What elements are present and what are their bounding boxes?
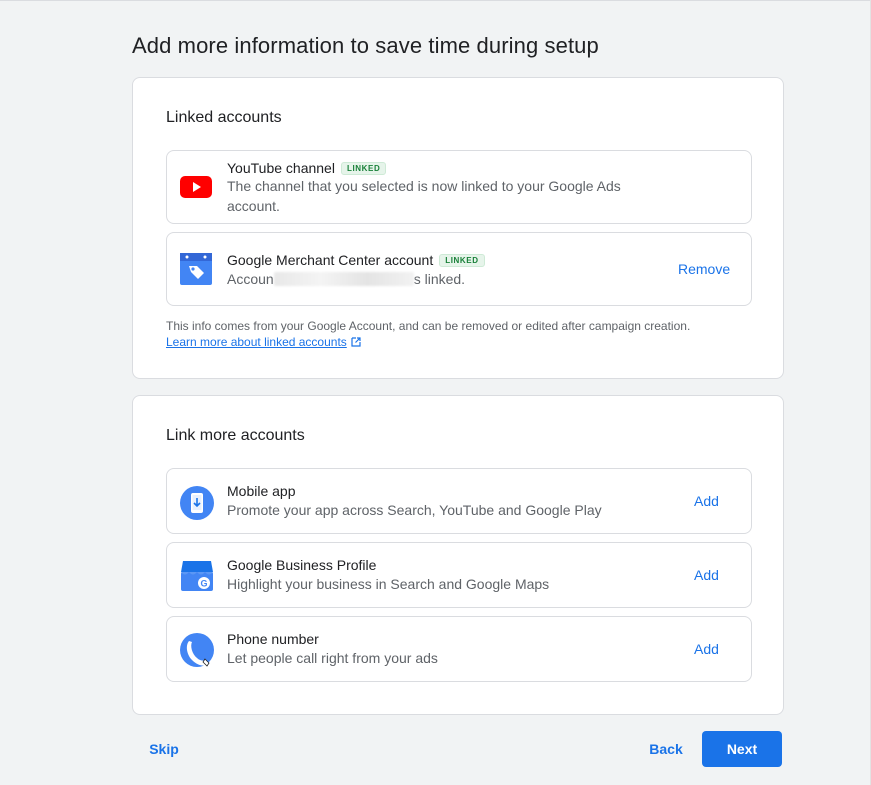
mobile-app-row: Mobile app Promote your app across Searc… — [166, 468, 752, 534]
mobile-app-icon — [180, 486, 214, 525]
youtube-channel-desc: The channel that you selected is now lin… — [227, 178, 621, 214]
merchant-center-icon — [180, 253, 212, 290]
svg-text:G: G — [200, 579, 207, 589]
business-profile-icon: G — [180, 560, 214, 597]
linked-badge: LINKED — [439, 254, 485, 267]
redacted-account-id — [273, 272, 414, 286]
merchant-center-desc: Accoun s linked. — [227, 269, 667, 289]
youtube-channel-title: YouTube channel — [227, 160, 335, 176]
merchant-center-row: Google Merchant Center account LINKED Acc… — [166, 232, 752, 306]
top-divider — [0, 0, 871, 1]
link-more-heading: Link more accounts — [166, 427, 305, 444]
next-button[interactable]: Next — [702, 731, 782, 767]
linked-accounts-card: Linked accounts YouTube channel LINKED Th… — [132, 77, 784, 379]
remove-merchant-button[interactable]: Remove — [678, 261, 730, 277]
business-profile-row: G Google Business Profile Highlight your… — [166, 542, 752, 608]
mobile-app-desc: Promote your app across Search, YouTube … — [227, 502, 602, 518]
youtube-channel-title-line: YouTube channel LINKED — [227, 160, 387, 176]
phone-number-row: Phone number Let people call right from … — [166, 616, 752, 682]
footnote-text: This info comes from your Google Account… — [166, 319, 691, 333]
business-profile-desc: Highlight your business in Search and Go… — [227, 576, 550, 592]
business-profile-title: Google Business Profile — [227, 557, 377, 573]
phone-icon — [180, 633, 216, 674]
learn-more-link[interactable]: Learn more about linked accounts — [166, 335, 347, 349]
merchant-center-title: Google Merchant Center account — [227, 252, 434, 268]
merchant-desc-prefix: Accoun — [227, 271, 274, 287]
add-mobile-app-button[interactable]: Add — [694, 493, 719, 509]
back-button[interactable]: Back — [640, 731, 692, 767]
linked-footnote: This info comes from your Google Account… — [166, 318, 690, 351]
phone-number-desc: Let people call right from your ads — [227, 650, 438, 666]
page-title: Add more information to save time during… — [132, 33, 599, 58]
merchant-center-title-line: Google Merchant Center account LINKED — [227, 252, 485, 268]
youtube-icon — [180, 176, 212, 203]
mobile-app-title: Mobile app — [227, 483, 296, 499]
linked-badge: LINKED — [340, 162, 387, 175]
add-business-profile-button[interactable]: Add — [694, 567, 719, 583]
youtube-channel-row: YouTube channel LINKED The channel that y… — [166, 150, 752, 224]
skip-button[interactable]: Skip — [140, 731, 188, 767]
external-link-icon — [351, 335, 361, 351]
linked-accounts-heading: Linked accounts — [166, 109, 282, 126]
add-phone-number-button[interactable]: Add — [694, 641, 719, 657]
merchant-desc-suffix: s linked. — [413, 271, 466, 287]
phone-number-title: Phone number — [227, 631, 319, 647]
link-more-accounts-card: Link more accounts Mobile app Promote yo… — [132, 395, 784, 715]
